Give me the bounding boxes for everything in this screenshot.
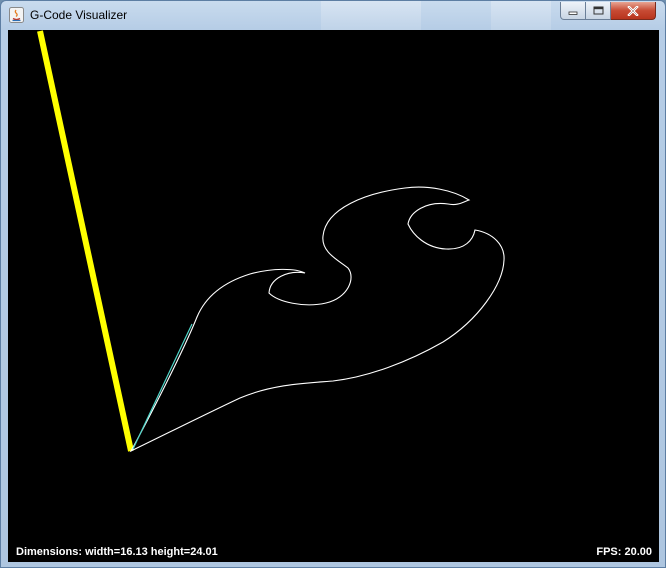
fps-readout: FPS: 20.00 xyxy=(596,546,652,558)
java-app-icon[interactable] xyxy=(9,7,24,23)
minimize-icon xyxy=(568,11,578,15)
title-bar[interactable]: G-Code Visualizer xyxy=(1,1,665,30)
maximize-button[interactable] xyxy=(586,2,611,20)
window-title: G-Code Visualizer xyxy=(30,8,128,22)
background-window-ghost xyxy=(321,1,421,30)
visualizer-canvas[interactable]: Dimensions: width=16.13 height=24.01 FPS… xyxy=(8,30,659,562)
current-move-line xyxy=(132,323,193,450)
dimensions-readout: Dimensions: width=16.13 height=24.01 xyxy=(16,546,218,558)
app-window: G-Code Visualizer Dimensions: width=16.1… xyxy=(0,0,666,568)
close-icon xyxy=(627,5,639,16)
background-window-ghost xyxy=(491,1,551,30)
close-button[interactable] xyxy=(611,2,656,20)
maximize-icon xyxy=(593,6,603,15)
minimize-button[interactable] xyxy=(560,2,586,20)
toolpath xyxy=(129,186,505,453)
tool-line xyxy=(37,30,134,452)
toolpath-render xyxy=(37,30,505,453)
